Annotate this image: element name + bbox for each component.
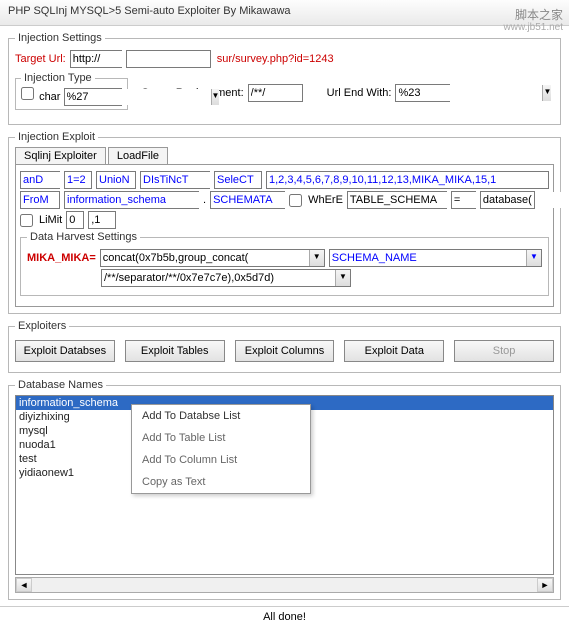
chevron-down-icon[interactable]: ▼ xyxy=(309,250,324,266)
and-combo[interactable]: ▼ xyxy=(20,171,60,189)
tab-loadfile[interactable]: LoadFile xyxy=(108,147,168,164)
chevron-down-icon[interactable]: ▼ xyxy=(542,85,551,101)
tab-sqlinj[interactable]: Sqlinj Exploiter xyxy=(15,147,106,164)
char-input[interactable] xyxy=(65,89,211,105)
schema-combo[interactable]: ▼ xyxy=(64,191,199,209)
database-names-group: Database Names information_schema diyizh… xyxy=(8,379,561,600)
context-menu[interactable]: Add To Databse List Add To Table List Ad… xyxy=(131,404,311,494)
concat-combo[interactable]: ▼ xyxy=(100,249,325,267)
chevron-down-icon[interactable]: ▼ xyxy=(335,270,350,286)
distinct-combo[interactable]: ▼ xyxy=(140,171,210,189)
select-input[interactable] xyxy=(214,171,262,189)
char-combo[interactable]: ▼ xyxy=(64,88,122,106)
scroll-right-icon[interactable]: ► xyxy=(537,578,553,592)
injection-type-legend: Injection Type xyxy=(21,72,95,84)
status-bar: All done! xyxy=(0,606,569,627)
injection-settings-group: Injection Settings Target Url: ▼ Injecti… xyxy=(8,32,561,125)
limit-val-input[interactable] xyxy=(88,211,116,229)
exploiters-group: Exploiters Exploit Databses Exploit Tabl… xyxy=(8,320,561,373)
limit-checkbox[interactable] xyxy=(20,214,33,227)
chevron-down-icon[interactable]: ▼ xyxy=(526,250,541,266)
space-replacement-input[interactable] xyxy=(248,84,303,102)
exploit-tables-button[interactable]: Exploit Tables xyxy=(125,340,225,362)
injection-exploit-legend: Injection Exploit xyxy=(15,131,98,143)
status-text: All done! xyxy=(263,611,306,623)
window-title: PHP SQLInj MYSQL>5 Semi-auto Exploiter B… xyxy=(8,5,291,17)
where-checkbox[interactable] xyxy=(289,194,302,207)
protocol-combo[interactable]: ▼ xyxy=(70,50,122,68)
data-harvest-group: Data Harvest Settings MIKA_MIKA= ▼ ▼ ▼ xyxy=(20,231,549,296)
exploit-databases-button[interactable]: Exploit Databses xyxy=(15,340,115,362)
from-input[interactable] xyxy=(20,191,60,209)
ctx-copy-text[interactable]: Copy as Text xyxy=(132,471,310,493)
injection-settings-legend: Injection Settings xyxy=(15,32,105,44)
path-input xyxy=(215,50,385,68)
limit-label: LiMit xyxy=(39,214,62,226)
ctx-add-database[interactable]: Add To Databse List xyxy=(132,405,310,427)
union-input[interactable] xyxy=(96,171,136,189)
injection-type-group: Injection Type char ▼ xyxy=(15,72,128,110)
url-end-input[interactable] xyxy=(396,85,542,101)
table-schema-combo[interactable]: ▼ xyxy=(347,191,447,209)
injection-exploit-group: Injection Exploit Sqlinj Exploiter LoadF… xyxy=(8,131,561,314)
window-titlebar: PHP SQLInj MYSQL>5 Semi-auto Exploiter B… xyxy=(0,0,569,26)
schema-name-combo[interactable]: ▼ xyxy=(329,249,542,267)
database-fn-input[interactable] xyxy=(480,191,535,209)
url-end-combo[interactable]: ▼ xyxy=(395,84,450,102)
columns-input[interactable] xyxy=(266,171,549,189)
scroll-left-icon[interactable]: ◄ xyxy=(16,578,32,592)
separator-combo[interactable]: ▼ xyxy=(101,269,351,287)
char-checkbox[interactable] xyxy=(21,87,34,100)
database-list[interactable]: information_schema diyizhixing mysql nuo… xyxy=(15,395,554,575)
chevron-down-icon[interactable]: ▼ xyxy=(211,89,220,105)
limit-offset-input[interactable] xyxy=(66,211,84,229)
exploit-data-button[interactable]: Exploit Data xyxy=(344,340,444,362)
exploiters-legend: Exploiters xyxy=(15,320,69,332)
exploit-columns-button[interactable]: Exploit Columns xyxy=(235,340,335,362)
ctx-add-column[interactable]: Add To Column List xyxy=(132,449,310,471)
host-input[interactable] xyxy=(126,50,211,68)
where-label: WhErE xyxy=(308,194,343,206)
condition-input[interactable] xyxy=(64,171,92,189)
horizontal-scrollbar[interactable]: ◄ ► xyxy=(15,577,554,593)
schemata-combo[interactable]: ▼ xyxy=(210,191,285,209)
database-names-legend: Database Names xyxy=(15,379,106,391)
target-url-label: Target Url: xyxy=(15,53,66,65)
url-end-label: Url End With: xyxy=(327,87,392,99)
char-label: char xyxy=(39,91,60,103)
mika-label: MIKA_MIKA= xyxy=(27,252,96,264)
stop-button: Stop xyxy=(454,340,554,362)
watermark-text: 脚本之家 xyxy=(515,6,563,23)
ctx-add-table[interactable]: Add To Table List xyxy=(132,427,310,449)
data-harvest-legend: Data Harvest Settings xyxy=(27,231,140,243)
eq-combo[interactable]: ▼ xyxy=(451,191,476,209)
